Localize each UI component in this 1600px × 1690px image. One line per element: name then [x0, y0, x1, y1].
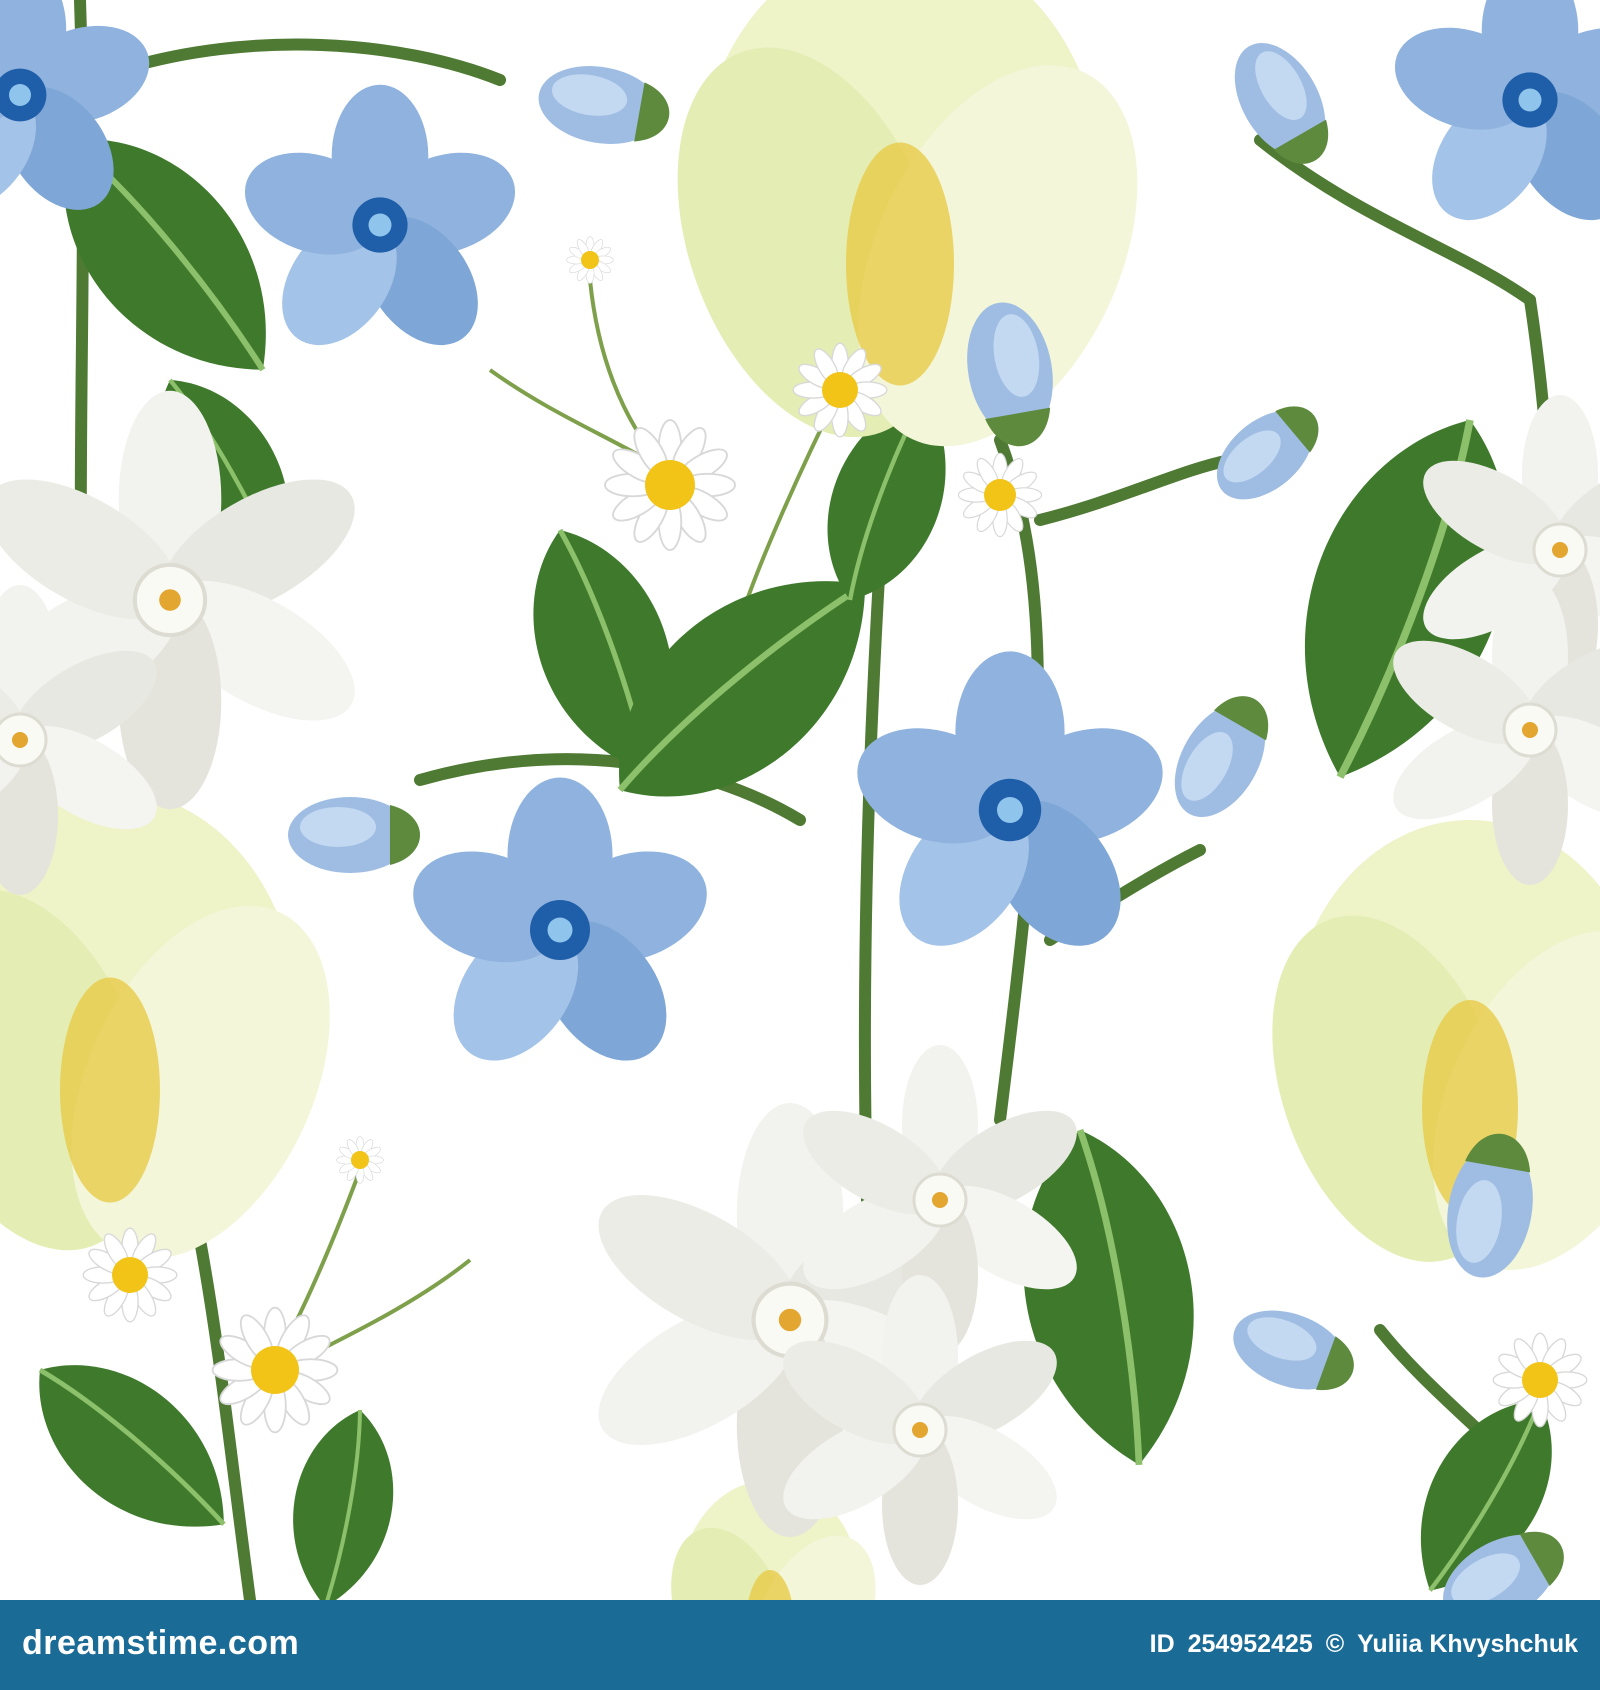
copyright-symbol: ©: [1325, 1630, 1345, 1658]
floral-pattern-illustration: [0, 0, 1600, 1600]
floral-pattern-svg: [0, 0, 1600, 1600]
author-name[interactable]: Yuliia Khvyshchuk: [1357, 1630, 1578, 1658]
id-label: ID: [1149, 1630, 1175, 1658]
image-id: 254952425: [1187, 1630, 1313, 1658]
stock-photo-page: dreamstime.com ID 254952425 © Yuliia Khv…: [0, 0, 1600, 1690]
image-credit: ID 254952425 © Yuliia Khvyshchuk: [1144, 1630, 1578, 1659]
dreamstime-logo[interactable]: dreamstime.com: [22, 1624, 299, 1663]
stock-footer-bar: dreamstime.com ID 254952425 © Yuliia Khv…: [0, 1600, 1600, 1690]
